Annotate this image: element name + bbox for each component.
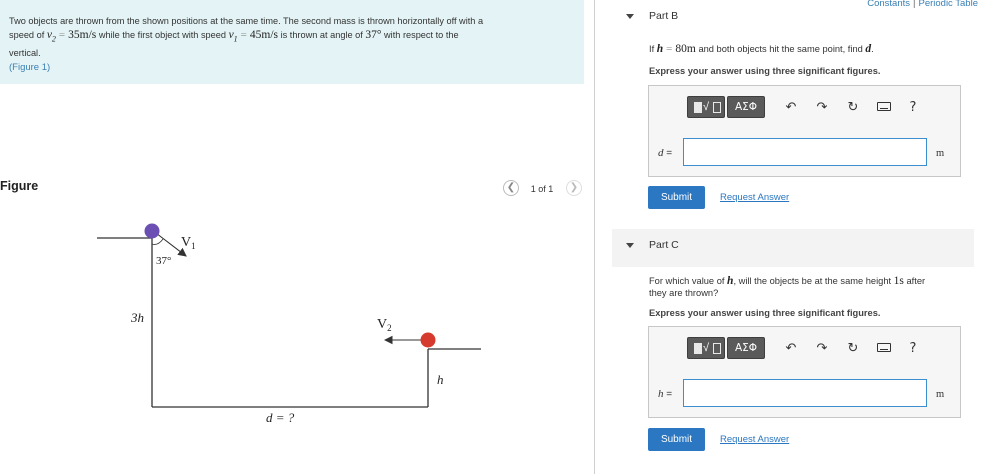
reset-icon[interactable]: ↻ [846, 341, 860, 357]
equals-sign: = [240, 29, 247, 41]
problem-text-part: speed of [9, 30, 45, 40]
part-c-prompt: For which value of h, will the objects b… [649, 275, 926, 298]
keyboard-icon[interactable] [877, 102, 891, 111]
v2-value: 35m/s [68, 29, 97, 41]
projectile-figure: V1 37° V2 3h h d = ? [97, 223, 481, 425]
problem-line-2: speed of v2 = 35m/s while the first object… [9, 28, 569, 46]
problem-text-part: Two objects are thrown from the shown po… [9, 16, 484, 26]
help-icon[interactable]: ? [906, 341, 920, 357]
equals-sign: = [58, 29, 66, 41]
column-divider [594, 0, 595, 474]
answer-variable-label: d = [658, 147, 673, 159]
problem-text-part: with respect to the [384, 30, 459, 40]
chevron-left-icon[interactable]: ❮ [503, 180, 519, 196]
part-b-instruction: Express your answer using three signific… [649, 66, 881, 76]
part-b-title: Part B [649, 10, 679, 22]
v1-symbol: v1 [228, 29, 238, 44]
submit-button[interactable]: Submit [648, 428, 705, 451]
answer-input-h[interactable] [683, 379, 927, 407]
prompt-time-value: 1s [893, 275, 904, 287]
problem-statement-panel: Two objects are thrown from the shown po… [0, 0, 584, 84]
problem-text: Two objects are thrown from the shown po… [9, 14, 569, 60]
v2-label: V2 [377, 317, 392, 333]
answer-input-d[interactable] [683, 138, 927, 166]
answer-unit: m [936, 389, 945, 400]
part-c-instruction: Express your answer using three signific… [649, 308, 881, 318]
request-answer-link[interactable]: Request Answer [720, 434, 789, 445]
answer-variable-label: h = [658, 388, 673, 400]
ball-1 [144, 223, 160, 239]
height-3h-label: 3h [130, 310, 144, 325]
part-b-answer-panel: √ ΑΣΦ ↶ ↷ ↻ ? d = m [648, 85, 961, 177]
redo-icon[interactable]: ↷ [815, 100, 829, 116]
templates-icon[interactable]: √ [687, 337, 725, 359]
figure-link[interactable]: (Figure 1) [9, 62, 50, 73]
distance-label: d = ? [266, 410, 295, 425]
problem-text-part: is thrown at angle of [280, 30, 363, 40]
part-c-title: Part C [649, 239, 679, 251]
collapse-triangle-icon[interactable] [626, 14, 634, 19]
v1-value: 45m/s [249, 29, 279, 41]
v2-symbol: v2 [46, 29, 56, 44]
redo-icon[interactable]: ↷ [815, 341, 829, 357]
prompt-variable-h: h [656, 43, 664, 55]
submit-button[interactable]: Submit [648, 186, 705, 209]
angle-arc [151, 238, 164, 245]
equals-sign: = [666, 43, 673, 55]
problem-line-1: Two objects are thrown from the shown po… [9, 14, 569, 28]
page-indicator: 1 of 1 [530, 184, 554, 194]
part-c-answer-panel: √ ΑΣΦ ↶ ↷ ↻ ? h = m [648, 326, 961, 418]
keyboard-icon[interactable] [877, 343, 891, 352]
greek-symbols-button[interactable]: ΑΣΦ [727, 96, 765, 118]
greek-symbols-button[interactable]: ΑΣΦ [727, 337, 765, 359]
figure-heading: Figure [0, 179, 39, 193]
height-h-label: h [437, 372, 444, 387]
part-b-header[interactable]: Part B [612, 0, 974, 38]
undo-icon[interactable]: ↶ [784, 100, 798, 116]
answer-unit: m [936, 148, 945, 159]
angle-label: 37° [156, 255, 171, 267]
problem-text-part: while the first object with speed [98, 30, 226, 40]
undo-icon[interactable]: ↶ [784, 341, 798, 357]
problem-line-3: vertical. [9, 48, 41, 59]
ball-2 [420, 332, 436, 348]
collapse-triangle-icon[interactable] [626, 243, 634, 248]
templates-icon[interactable]: √ [687, 96, 725, 118]
angle-value: 37° [365, 29, 382, 41]
prompt-value: 80m [675, 43, 696, 55]
help-icon[interactable]: ? [906, 100, 920, 116]
part-c-header[interactable]: Part C [612, 229, 974, 267]
part-b-prompt: If h = 80m and both objects hit the same p… [649, 43, 874, 55]
reset-icon[interactable]: ↻ [846, 100, 860, 116]
chevron-right-icon[interactable]: ❯ [566, 180, 582, 196]
v1-label: V1 [181, 235, 196, 251]
request-answer-link[interactable]: Request Answer [720, 192, 789, 203]
